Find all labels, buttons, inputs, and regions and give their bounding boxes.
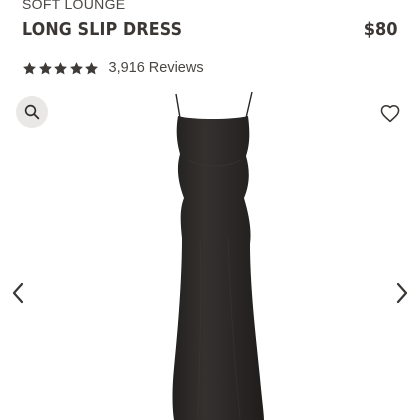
review-count: 3,916 — [108, 60, 145, 76]
magnifier-icon — [24, 104, 40, 120]
chevron-right-icon — [396, 282, 408, 304]
favorite-button[interactable] — [378, 102, 402, 124]
chevron-left-icon — [12, 282, 24, 304]
star-icon — [69, 61, 83, 74]
product-price: $80 — [364, 19, 398, 40]
heart-outline-icon — [380, 104, 400, 123]
star-icon — [23, 61, 36, 74]
product-collection: SOFT LOUNGE — [22, 0, 126, 12]
review-count-link[interactable]: 3,916 Reviews — [109, 60, 204, 76]
product-title: LONG SLIP DRESS — [22, 19, 183, 40]
star-rating — [22, 61, 100, 76]
review-label: Reviews — [148, 60, 204, 76]
rating-summary[interactable]: 3,916 Reviews — [22, 59, 204, 77]
next-image-button[interactable] — [392, 280, 412, 306]
product-image-dress[interactable] — [140, 88, 290, 420]
star-icon — [85, 61, 98, 74]
zoom-button[interactable] — [16, 96, 48, 128]
previous-image-button[interactable] — [8, 280, 28, 306]
star-icon — [38, 61, 52, 74]
star-icon — [54, 61, 67, 74]
